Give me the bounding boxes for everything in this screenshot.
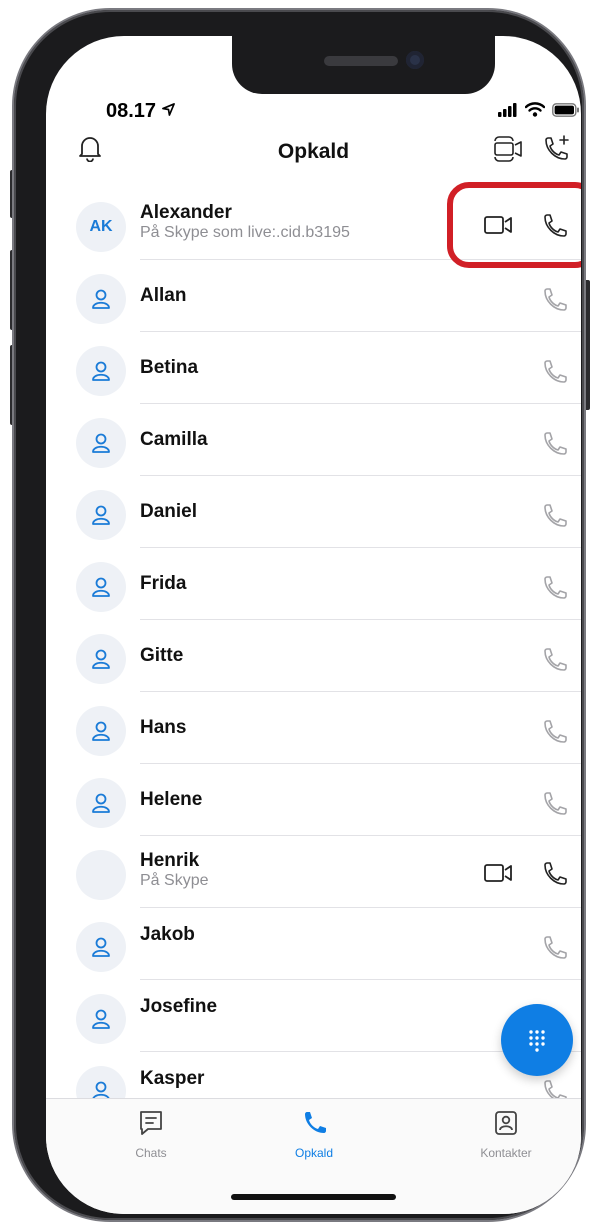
tab-chats-label: Chats [135, 1146, 167, 1160]
voice-call-button[interactable] [541, 718, 567, 749]
contact-name: Frida [140, 573, 187, 594]
power-button [584, 280, 590, 410]
contact-row[interactable]: Frida [46, 548, 581, 620]
voice-call-button[interactable] [541, 790, 567, 821]
contact-row[interactable]: Betina [46, 332, 581, 404]
notch [232, 36, 495, 94]
person-icon [92, 505, 110, 525]
tab-chats[interactable]: Chats [91, 1109, 211, 1160]
call-phone-icon [544, 432, 567, 455]
voice-call-button[interactable] [541, 430, 567, 461]
contact-row[interactable]: Gitte [46, 620, 581, 692]
dialpad-icon [529, 1030, 545, 1052]
contact-row[interactable]: Henrik På Skype [46, 836, 581, 908]
contact-row[interactable]: Jakob [46, 908, 581, 980]
avatar [76, 778, 126, 828]
highlight-annotation [447, 182, 581, 268]
call-phone-icon [544, 504, 567, 527]
contact-status: På Skype som live:.cid.b3195 [140, 224, 350, 241]
avatar [76, 562, 126, 612]
call-phone-icon [544, 648, 567, 671]
voice-call-button[interactable] [541, 502, 567, 533]
cellular-signal-icon [498, 102, 517, 117]
call-phone-icon [544, 720, 567, 743]
contact-name: Jakob [140, 924, 195, 945]
person-icon [92, 361, 110, 381]
battery-icon [552, 102, 579, 117]
contact-name: Gitte [140, 645, 184, 666]
tab-contacts-label: Kontakter [480, 1146, 532, 1160]
status-time-text: 08.17 [106, 100, 157, 122]
status-icons [498, 102, 580, 117]
location-arrow-icon [161, 103, 175, 116]
avatar [76, 922, 126, 972]
tab-bar: Chats Opkald Kontakter [46, 1098, 581, 1214]
dialpad-button[interactable] [501, 1004, 573, 1076]
voice-call-button[interactable] [541, 358, 567, 389]
person-icon [92, 433, 110, 453]
front-camera [406, 51, 424, 69]
voice-call-button[interactable] [541, 286, 567, 317]
contact-row[interactable]: Helene [46, 764, 581, 836]
person-icon [92, 577, 110, 597]
speaker [324, 56, 398, 66]
person-icon [92, 721, 110, 741]
contact-name: Camilla [140, 429, 208, 450]
tab-calls[interactable]: Opkald [254, 1109, 374, 1160]
voice-call-button[interactable] [541, 574, 567, 605]
meet-now-icon[interactable] [491, 134, 523, 164]
contact-name: Helene [140, 789, 203, 810]
new-call-icon[interactable] [541, 134, 571, 164]
avatar [76, 346, 126, 396]
contact-name: Hans [140, 717, 187, 738]
voice-call-button[interactable] [541, 860, 567, 891]
contact-name: Daniel [140, 501, 198, 522]
contact-status: På Skype [140, 872, 209, 889]
voice-call-button[interactable] [541, 646, 567, 677]
contact-row[interactable]: Allan [46, 260, 581, 332]
contact-row[interactable]: Daniel [46, 476, 581, 548]
contact-name: Allan [140, 285, 187, 306]
call-phone-icon [544, 862, 567, 885]
avatar [76, 418, 126, 468]
avatar [76, 490, 126, 540]
contact-row[interactable]: Hans [46, 692, 581, 764]
tab-contacts[interactable]: Kontakter [446, 1109, 566, 1160]
person-icon [92, 289, 110, 309]
avatar: AK [76, 202, 126, 252]
chat-icon [140, 1111, 162, 1135]
contacts-icon [495, 1111, 517, 1135]
call-phone-icon [544, 576, 567, 599]
call-phone-icon [544, 360, 567, 383]
wifi-icon [525, 102, 545, 117]
person-icon [92, 793, 110, 813]
person-icon [92, 937, 110, 957]
call-phone-icon [544, 792, 567, 815]
phone-screen: 08.17 Opkald AK Alexander På Skype som l… [46, 36, 581, 1214]
person-icon [92, 649, 110, 669]
avatar [76, 274, 126, 324]
video-call-button[interactable] [483, 862, 513, 889]
call-phone-icon [544, 936, 567, 959]
phone-frame: 08.17 Opkald AK Alexander På Skype som l… [14, 10, 584, 1220]
video-camera-icon [484, 864, 512, 882]
contact-row[interactable]: Camilla [46, 404, 581, 476]
contact-name: Alexander [140, 202, 232, 223]
avatar [76, 634, 126, 684]
status-time: 08.17 [106, 100, 175, 123]
voice-call-button[interactable] [541, 934, 567, 965]
contact-name: Henrik [140, 850, 200, 871]
call-phone-icon [544, 288, 567, 311]
contact-name: Josefine [140, 996, 218, 1017]
tab-calls-label: Opkald [294, 1146, 334, 1160]
person-icon [92, 1009, 110, 1029]
avatar [76, 850, 126, 900]
avatar [76, 706, 126, 756]
avatar-initials: AK [89, 218, 113, 235]
contact-name: Betina [140, 357, 199, 378]
avatar [76, 994, 126, 1044]
phone-icon [305, 1112, 326, 1133]
home-indicator [231, 1194, 396, 1200]
contact-name: Kasper [140, 1068, 205, 1089]
